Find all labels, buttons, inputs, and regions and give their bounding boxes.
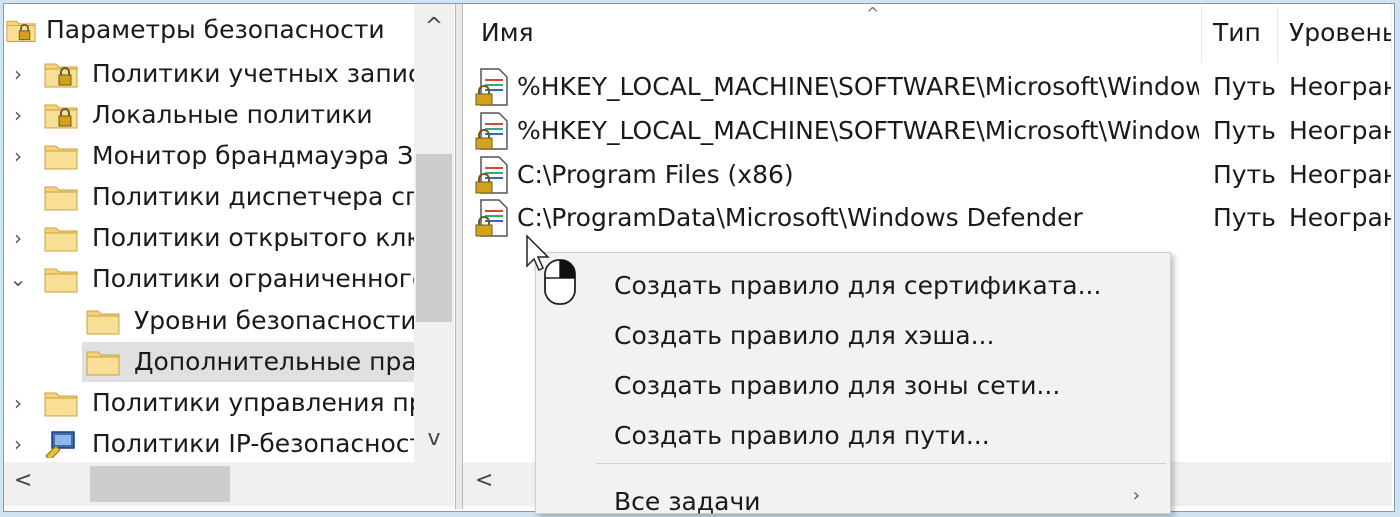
tree-item-network-list-policies[interactable]: Политики диспетчера списка сетей bbox=[4, 177, 414, 217]
tree-item-label: Политики диспетчера списка сетей bbox=[92, 182, 414, 211]
tree-item-label: Дополнительные правила bbox=[134, 347, 414, 376]
menu-separator bbox=[596, 463, 1166, 464]
tree-item-security-levels[interactable]: Уровни безопасности bbox=[4, 301, 414, 341]
tree-item-label: Политики ограниченного использования про… bbox=[92, 264, 414, 293]
rule-type: Путь bbox=[1213, 160, 1276, 189]
tree-root[interactable]: Параметры безопасности bbox=[4, 10, 414, 50]
sort-ascending-icon: ^ bbox=[866, 4, 880, 23]
tree-item-label: Политики управления приложениями bbox=[92, 388, 414, 417]
folder-icon bbox=[86, 348, 120, 376]
path-rule-icon bbox=[475, 199, 509, 237]
tree-pane: Параметры безопасности › Политики учетны… bbox=[4, 4, 455, 509]
table-row[interactable]: %HKEY_LOCAL_MACHINE\SOFTWARE\Microsoft\W… bbox=[463, 66, 1392, 110]
tree-root-label: Параметры безопасности bbox=[46, 15, 385, 44]
folder-icon bbox=[44, 224, 78, 252]
menu-item-new-path-rule[interactable]: Создать правило для пути... bbox=[614, 421, 990, 450]
tree-vertical-scrollbar[interactable]: ^ v bbox=[414, 4, 454, 462]
scroll-down-icon[interactable]: v bbox=[414, 426, 454, 451]
chevron-right-icon[interactable]: › bbox=[8, 62, 28, 86]
table-row[interactable]: %HKEY_LOCAL_MACHINE\SOFTWARE\Microsoft\W… bbox=[463, 110, 1392, 154]
path-rule-icon bbox=[475, 68, 509, 106]
tree-item-local-policies[interactable]: › Локальные политики bbox=[4, 95, 414, 135]
rule-name: %HKEY_LOCAL_MACHINE\SOFTWARE\Microsoft\W… bbox=[517, 72, 1199, 101]
chevron-right-icon[interactable]: › bbox=[8, 391, 28, 415]
scrollbar-thumb[interactable] bbox=[90, 466, 230, 502]
rule-name: C:\ProgramData\Microsoft\Windows Defende… bbox=[517, 203, 1083, 232]
rule-type: Путь bbox=[1213, 203, 1276, 232]
tree-horizontal-scrollbar[interactable]: < bbox=[4, 462, 454, 506]
chevron-right-icon[interactable]: › bbox=[8, 432, 28, 456]
chevron-right-icon[interactable]: › bbox=[8, 226, 28, 250]
table-row[interactable]: C:\Program Files (x86) Путь Неограниченн… bbox=[463, 154, 1392, 198]
chevron-right-icon[interactable]: › bbox=[8, 144, 28, 168]
chevron-down-icon[interactable]: ⌄ bbox=[8, 267, 28, 291]
folder-icon bbox=[44, 183, 78, 211]
rule-level: Неограниченный bbox=[1289, 72, 1392, 101]
menu-item-new-hash-rule[interactable]: Создать правило для хэша... bbox=[614, 321, 994, 350]
tree-item-firewall-monitor[interactable]: › Монитор брандмауэра Защитника Windows bbox=[4, 136, 414, 176]
security-settings-icon bbox=[6, 16, 36, 44]
lock-folder-icon bbox=[44, 101, 78, 129]
list-vertical-scrollbar[interactable] bbox=[1391, 4, 1392, 462]
tree-item-account-policies[interactable]: › Политики учетных записей bbox=[4, 54, 414, 94]
rule-type: Путь bbox=[1213, 72, 1276, 101]
rule-level: Неограниченный bbox=[1289, 160, 1392, 189]
mouse-right-click-icon bbox=[526, 234, 576, 305]
tree-item-additional-rules[interactable]: Дополнительные правила bbox=[82, 342, 414, 382]
tree-item-label: Политики учетных записей bbox=[92, 59, 414, 88]
submenu-arrow-icon: › bbox=[1132, 485, 1140, 506]
column-header-name[interactable]: Имя bbox=[481, 18, 534, 47]
path-rule-icon bbox=[475, 156, 509, 194]
tree-item-application-control-policies[interactable]: › Политики управления приложениями bbox=[4, 383, 414, 423]
pane-splitter[interactable] bbox=[455, 4, 463, 509]
menu-item-new-certificate-rule[interactable]: Создать правило для сертификата... bbox=[614, 271, 1101, 300]
tree-item-ip-security-policies[interactable]: › Политики IP-безопасности на "Локальный… bbox=[4, 424, 414, 464]
column-separator[interactable] bbox=[1277, 6, 1278, 62]
scroll-left-icon[interactable]: < bbox=[475, 468, 493, 493]
rule-name: %HKEY_LOCAL_MACHINE\SOFTWARE\Microsoft\W… bbox=[517, 116, 1199, 145]
tree-item-label: Монитор брандмауэра Защитника Windows bbox=[92, 141, 414, 170]
tree-item-label: Локальные политики bbox=[92, 100, 373, 129]
scroll-up-icon[interactable]: ^ bbox=[414, 14, 454, 39]
menu-item-all-tasks[interactable]: Все задачи bbox=[614, 487, 760, 516]
path-rule-icon bbox=[475, 112, 509, 150]
tree-item-public-key-policies[interactable]: › Политики открытого ключа bbox=[4, 218, 414, 258]
column-header-type[interactable]: Тип bbox=[1213, 18, 1261, 47]
network-security-icon bbox=[44, 430, 78, 458]
lock-folder-icon bbox=[44, 60, 78, 88]
menu-item-new-network-zone-rule[interactable]: Создать правило для зоны сети... bbox=[614, 371, 1060, 400]
context-menu: Создать правило для сертификата... Созда… bbox=[535, 252, 1171, 516]
rule-name: C:\Program Files (x86) bbox=[517, 160, 794, 189]
scroll-left-icon[interactable]: < bbox=[14, 468, 32, 493]
tree-item-label: Политики открытого ключа bbox=[92, 223, 414, 252]
rule-level: Неограниченный bbox=[1289, 116, 1392, 145]
tree-item-label: Уровни безопасности bbox=[134, 306, 414, 335]
rule-type: Путь bbox=[1213, 116, 1276, 145]
table-row[interactable]: C:\ProgramData\Microsoft\Windows Defende… bbox=[463, 197, 1392, 241]
folder-icon bbox=[44, 142, 78, 170]
folder-icon bbox=[86, 307, 120, 335]
chevron-right-icon[interactable]: › bbox=[8, 103, 28, 127]
scrollbar-thumb[interactable] bbox=[416, 154, 452, 322]
tree-item-software-restriction-policies[interactable]: ⌄ Политики ограниченного использования п… bbox=[4, 259, 414, 299]
column-header-level[interactable]: Уровень безопасности bbox=[1289, 18, 1392, 47]
folder-icon bbox=[44, 265, 78, 293]
column-separator[interactable] bbox=[1201, 6, 1202, 62]
folder-icon bbox=[44, 389, 78, 417]
tree-item-label: Политики IP-безопасности на "Локальный к… bbox=[92, 429, 414, 458]
rule-level: Неограниченный bbox=[1289, 203, 1392, 232]
